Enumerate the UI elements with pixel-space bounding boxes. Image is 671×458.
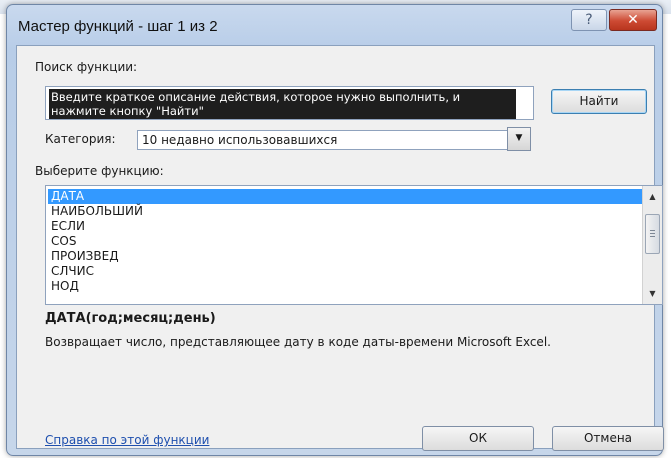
close-button[interactable]: ✕: [609, 9, 657, 31]
list-scrollbar[interactable]: ▲ ▼: [642, 186, 662, 304]
function-wizard-dialog: Мастер функций - шаг 1 из 2 ? ✕ Поиск фу…: [6, 4, 664, 456]
list-item[interactable]: ПРОИЗВЕД: [48, 249, 645, 264]
function-signature: ДАТА(год;месяц;день): [45, 311, 216, 326]
search-input[interactable]: Введите краткое описание действия, котор…: [45, 86, 534, 120]
dropdown-arrow-icon: ▼: [515, 133, 523, 143]
grip-line: [650, 233, 655, 234]
help-button[interactable]: ?: [571, 9, 607, 31]
category-select[interactable]: 10 недавно использовавшихся: [137, 130, 531, 150]
grip-line: [650, 236, 655, 237]
list-item[interactable]: НОД: [48, 279, 645, 294]
search-label: Поиск функции:: [35, 60, 138, 74]
list-item[interactable]: СЛЧИС: [48, 264, 645, 279]
ok-button-label: ОК: [469, 431, 487, 445]
list-item[interactable]: НАИБОЛЬШИЙ: [48, 204, 645, 219]
category-label: Категория:: [45, 132, 116, 146]
function-list-label: Выберите функцию:: [35, 164, 164, 178]
dialog-title: Мастер функций - шаг 1 из 2: [18, 18, 218, 35]
scrollbar-thumb[interactable]: [645, 214, 660, 254]
scroll-down-icon[interactable]: ▼: [643, 285, 662, 302]
cancel-button[interactable]: Отмена: [552, 426, 664, 451]
list-item[interactable]: COS: [48, 234, 645, 249]
grip-line: [650, 230, 655, 231]
question-mark-icon: ?: [585, 12, 593, 28]
cancel-button-label: Отмена: [583, 431, 633, 445]
category-value: 10 недавно использовавшихся: [142, 133, 338, 147]
list-item[interactable]: ЕСЛИ: [48, 219, 645, 234]
function-description: Возвращает число, представляющее дату в …: [45, 335, 551, 349]
function-listbox[interactable]: ДАТА НАИБОЛЬШИЙ ЕСЛИ COS ПРОИЗВЕД СЛЧИС …: [45, 185, 663, 305]
find-button[interactable]: Найти: [551, 89, 647, 114]
list-item[interactable]: ДАТА: [48, 189, 645, 204]
dialog-body: Поиск функции: Введите краткое описание …: [16, 45, 664, 451]
search-input-text: Введите краткое описание действия, котор…: [49, 89, 516, 119]
ok-button[interactable]: ОК: [422, 426, 534, 451]
title-bar[interactable]: Мастер функций - шаг 1 из 2 ? ✕: [7, 5, 662, 49]
close-x-icon: ✕: [627, 12, 639, 28]
function-help-link[interactable]: Справка по этой функции: [45, 433, 209, 447]
scroll-up-icon[interactable]: ▲: [643, 188, 662, 205]
category-dropdown-button[interactable]: ▼: [507, 127, 531, 151]
find-button-label: Найти: [579, 94, 619, 108]
